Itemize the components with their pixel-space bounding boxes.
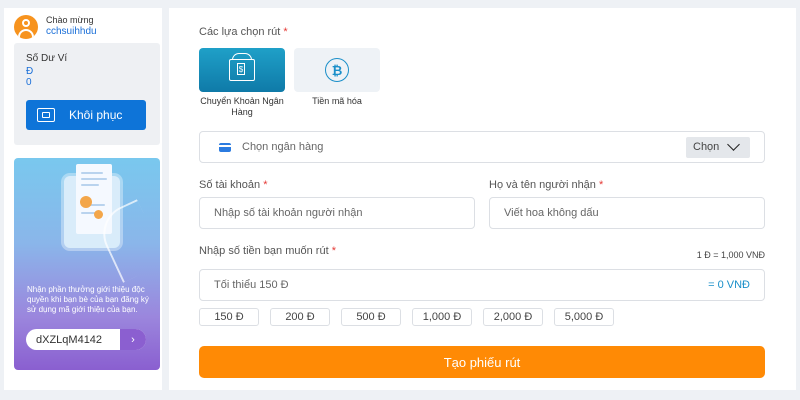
required-mark: * — [331, 245, 336, 257]
amount-label-text: Nhập số tiền bạn muốn rút — [199, 245, 329, 257]
user-info: Chào mừng cchsuihhdu — [14, 15, 97, 39]
wallet-currency: Đ — [26, 66, 34, 77]
bank-choose-dropdown[interactable]: Chọn — [686, 136, 750, 158]
coin-icon — [80, 196, 92, 208]
username: cchsuihhdu — [46, 26, 97, 37]
recipient-name-input[interactable]: Viết hoa không dấu — [489, 197, 765, 229]
method-bank-transfer-label: Chuyển Khoản Ngân Hàng — [200, 96, 284, 117]
account-number-text: Số tài khoản — [199, 179, 261, 191]
recipient-name-label: Họ và tên người nhận * — [489, 179, 603, 191]
bank-select[interactable]: Chọn ngân hàng Chọn — [199, 131, 765, 163]
exchange-rate: 1 Đ = 1,000 VNĐ — [696, 250, 765, 260]
bank-select-placeholder: Chọn ngân hàng — [242, 141, 324, 153]
method-crypto[interactable]: ₿ — [294, 48, 380, 92]
quick-amount-chip[interactable]: 200 Đ — [270, 308, 330, 326]
referral-promo-banner: Nhận phần thưởng giới thiệu độc quyền kh… — [14, 158, 160, 370]
restore-button[interactable]: Khôi phục — [26, 100, 146, 130]
amount-input[interactable]: Tối thiểu 150 Đ = 0 VNĐ — [199, 269, 765, 301]
amount-label: Nhập số tiền bạn muốn rút * — [199, 245, 336, 257]
promo-text: Nhận phần thưởng giới thiệu độc quyền kh… — [27, 285, 149, 314]
withdraw-panel: Các lựa chọn rút * $ Chuyển Khoản Ngân H… — [169, 8, 796, 390]
method-bank-transfer[interactable]: $ — [199, 48, 285, 92]
quick-amount-chip[interactable]: 5,000 Đ — [554, 308, 614, 326]
withdraw-options-text: Các lựa chọn rút — [199, 26, 281, 38]
wallet-icon — [37, 108, 55, 122]
coin-icon — [94, 210, 103, 219]
account-number-input[interactable]: Nhập số tài khoản người nhận — [199, 197, 475, 229]
quick-amount-chip[interactable]: 1,000 Đ — [412, 308, 472, 326]
required-mark: * — [283, 26, 288, 38]
recipient-name-text: Họ và tên người nhận — [489, 179, 596, 191]
withdraw-options-label: Các lựa chọn rút * — [199, 26, 288, 38]
amount-converted: = 0 VNĐ — [708, 279, 750, 291]
bank-choose-label: Chọn — [693, 141, 720, 153]
account-number-label: Số tài khoản * — [199, 179, 268, 191]
account-number-placeholder: Nhập số tài khoản người nhận — [214, 207, 363, 219]
sidebar: Chào mừng cchsuihhdu Số Dư Ví Đ 0 Khôi p… — [4, 8, 162, 390]
bank-icon: $ — [229, 53, 255, 81]
bitcoin-icon: ₿ — [325, 58, 349, 82]
required-mark: * — [599, 179, 604, 191]
restore-button-label: Khôi phục — [69, 108, 123, 122]
referral-code-pill[interactable]: dXZLqM4142 › — [26, 329, 146, 350]
wallet-balance-box: Số Dư Ví Đ 0 Khôi phục — [14, 43, 160, 145]
avatar-icon[interactable] — [14, 15, 38, 39]
quick-amount-chip[interactable]: 500 Đ — [341, 308, 401, 326]
method-crypto-label: Tiền mã hóa — [312, 96, 362, 106]
create-withdrawal-button[interactable]: Tạo phiếu rút — [199, 346, 765, 378]
credit-card-icon — [219, 142, 231, 152]
quick-amount-chip[interactable]: 150 Đ — [199, 308, 259, 326]
required-mark: * — [263, 179, 268, 191]
greeting-text: Chào mừng — [46, 15, 94, 25]
amount-placeholder: Tối thiểu 150 Đ — [214, 279, 289, 291]
quick-amount-chip[interactable]: 2,000 Đ — [483, 308, 543, 326]
recipient-name-placeholder: Viết hoa không dấu — [504, 207, 599, 219]
referral-code: dXZLqM4142 — [36, 333, 103, 346]
chevron-down-icon — [727, 138, 741, 151]
wallet-amount: 0 — [26, 77, 32, 88]
wallet-label: Số Dư Ví — [26, 53, 68, 64]
chevron-right-icon[interactable]: › — [120, 329, 146, 350]
